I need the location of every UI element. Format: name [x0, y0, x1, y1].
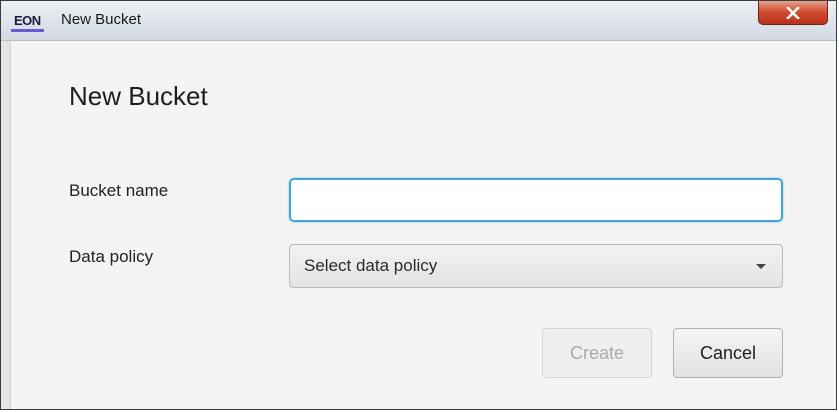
- window-left-edge: [1, 41, 11, 409]
- dialog-heading: New Bucket: [69, 81, 208, 111]
- new-bucket-window: EON New Bucket New Bucket Bucket name Da…: [0, 0, 837, 410]
- data-policy-label: Data policy: [69, 247, 154, 266]
- close-icon: [786, 6, 800, 19]
- create-button[interactable]: Create: [542, 328, 652, 378]
- chevron-down-icon: [756, 264, 766, 269]
- data-policy-select[interactable]: Select data policy: [289, 244, 783, 288]
- title-bar: EON New Bucket: [1, 1, 836, 41]
- cancel-button[interactable]: Cancel: [673, 328, 783, 378]
- window-title: New Bucket: [61, 11, 142, 28]
- close-button[interactable]: [758, 1, 828, 25]
- data-policy-placeholder: Select data policy: [304, 256, 438, 275]
- app-logo: EON: [11, 12, 44, 32]
- bucket-name-input[interactable]: [289, 178, 783, 222]
- bucket-name-label: Bucket name: [69, 181, 169, 200]
